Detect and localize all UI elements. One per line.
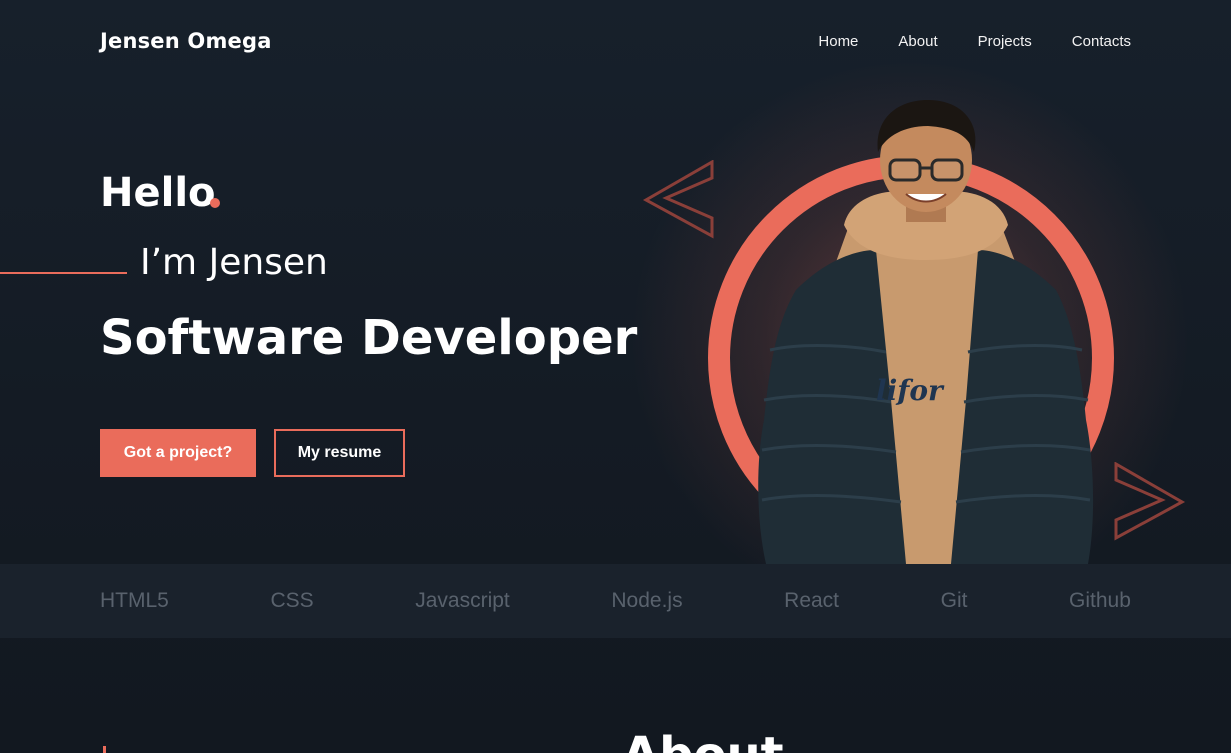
svg-text:lifor: lifor <box>876 374 945 407</box>
skill-item: Git <box>940 589 968 612</box>
nav-projects-link[interactable]: Projects <box>978 33 1032 50</box>
main-nav: Home About Projects Contacts <box>818 33 1131 50</box>
skill-item: React <box>784 589 840 612</box>
hero-role: Software Developer <box>100 310 638 366</box>
hero-intro: I’m Jensen <box>140 242 328 283</box>
greeting-dot <box>210 198 220 208</box>
nav-about-link[interactable]: About <box>898 33 937 50</box>
intro-accent-line <box>0 272 127 274</box>
skill-item: Node.js <box>611 589 683 612</box>
about-accent-marker <box>103 746 106 753</box>
chevron-right-icon <box>1114 462 1186 541</box>
skill-item: Javascript <box>415 589 510 612</box>
site-brand[interactable]: Jensen Omega <box>100 29 272 53</box>
my-resume-button[interactable]: My resume <box>274 429 405 477</box>
chevron-left-icon <box>642 160 714 239</box>
nav-home-link[interactable]: Home <box>818 33 858 50</box>
profile-photo: lifor <box>758 100 1094 564</box>
skills-list: HTML5 CSS Javascript Node.js React Git G… <box>100 564 1131 638</box>
portfolio-page: Jensen Omega Home About Projects Contact… <box>0 0 1231 753</box>
nav-contacts-link[interactable]: Contacts <box>1072 33 1131 50</box>
skill-item: HTML5 <box>100 589 169 612</box>
skill-item: CSS <box>270 589 314 612</box>
hero-greeting: Hello <box>100 170 216 216</box>
about-section-title: About <box>622 731 784 753</box>
got-a-project-button[interactable]: Got a project? <box>100 429 256 477</box>
skill-item: Github <box>1069 589 1131 612</box>
skills-bar: HTML5 CSS Javascript Node.js React Git G… <box>0 564 1231 638</box>
